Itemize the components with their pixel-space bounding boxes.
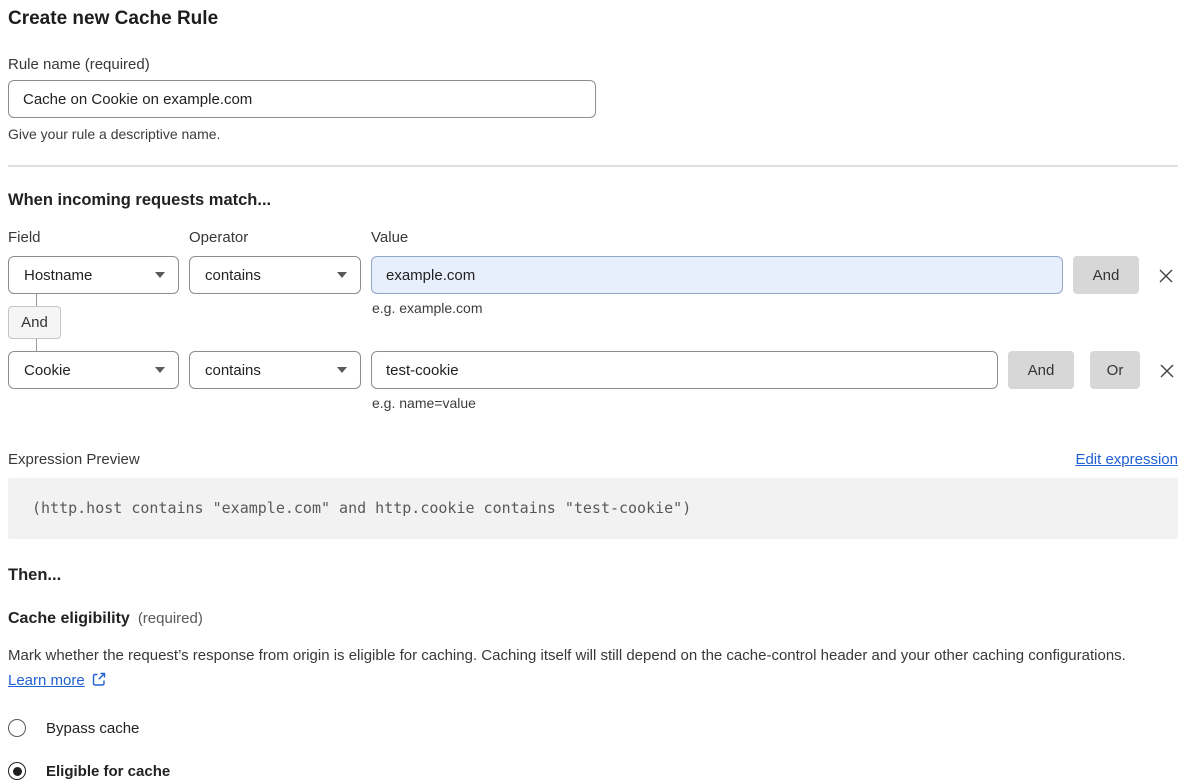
connector-line (36, 339, 37, 351)
expression-code: (http.host contains "example.com" and ht… (8, 478, 1178, 539)
value-input[interactable] (371, 256, 1063, 294)
rule-name-label: Rule name (required) (8, 55, 1178, 75)
value-column-label: Value (371, 229, 1178, 247)
remove-rule-button[interactable] (1157, 361, 1177, 381)
logic-connector: And (8, 294, 108, 351)
or-button[interactable]: Or (1090, 351, 1140, 389)
value-input[interactable] (371, 351, 998, 389)
field-select[interactable]: Hostname (8, 256, 179, 294)
cache-eligibility-heading: Cache eligibility (8, 610, 130, 628)
match-column-labels: Field Operator Value (8, 229, 1178, 247)
section-divider (8, 165, 1178, 167)
field-select-value: Hostname (24, 267, 92, 284)
cache-eligibility-description: Mark whether the request’s response from… (8, 643, 1163, 695)
field-select[interactable]: Cookie (8, 351, 179, 389)
radio-unselected-icon[interactable] (8, 719, 26, 737)
remove-rule-button[interactable] (1156, 266, 1176, 286)
expression-preview-header: Expression Preview Edit expression (8, 451, 1178, 468)
create-cache-rule-page: Create new Cache Rule Rule name (require… (0, 0, 1193, 780)
expression-preview-label: Expression Preview (8, 451, 140, 468)
rule-name-help: Give your rule a descriptive name. (8, 125, 1178, 143)
learn-more-link[interactable]: Learn more (8, 672, 85, 689)
close-icon (1158, 362, 1176, 380)
field-column-label: Field (8, 229, 189, 247)
value-column: e.g. example.com (371, 256, 1063, 294)
external-link-icon (91, 670, 107, 695)
radio-label: Bypass cache (46, 720, 139, 737)
chevron-down-icon (337, 367, 347, 373)
field-select-value: Cookie (24, 362, 71, 379)
operator-select-value: contains (205, 362, 261, 379)
edit-expression-link[interactable]: Edit expression (1075, 451, 1178, 468)
match-row: Hostname contains e.g. example.com And (8, 256, 1178, 294)
page-title: Create new Cache Rule (8, 6, 1178, 32)
description-text: Mark whether the request’s response from… (8, 647, 1126, 664)
operator-select-value: contains (205, 267, 261, 284)
operator-select[interactable]: contains (189, 351, 361, 389)
radio-option-eligible-for-cache[interactable]: Eligible for cache (8, 762, 1178, 780)
operator-select[interactable]: contains (189, 256, 361, 294)
and-button[interactable]: And (1008, 351, 1074, 389)
value-hint: e.g. name=value (372, 395, 476, 411)
match-row: Cookie contains e.g. name=value And Or (8, 351, 1178, 389)
required-note: (required) (138, 610, 203, 627)
chevron-down-icon (155, 272, 165, 278)
match-heading: When incoming requests match... (8, 189, 1178, 211)
radio-option-bypass-cache[interactable]: Bypass cache (8, 719, 1178, 737)
connector-and-button[interactable]: And (8, 306, 61, 339)
radio-selected-icon[interactable] (8, 762, 26, 780)
connector-line (36, 294, 37, 306)
chevron-down-icon (155, 367, 165, 373)
value-column: e.g. name=value (371, 351, 998, 389)
operator-column-label: Operator (189, 229, 371, 247)
then-heading: Then... (8, 564, 1178, 586)
close-icon (1157, 267, 1175, 285)
radio-label: Eligible for cache (46, 763, 170, 780)
rule-name-input[interactable] (8, 80, 596, 118)
value-hint: e.g. example.com (372, 300, 483, 316)
chevron-down-icon (337, 272, 347, 278)
and-button[interactable]: And (1073, 256, 1139, 294)
cache-eligibility-heading-row: Cache eligibility (required) (8, 610, 1178, 628)
